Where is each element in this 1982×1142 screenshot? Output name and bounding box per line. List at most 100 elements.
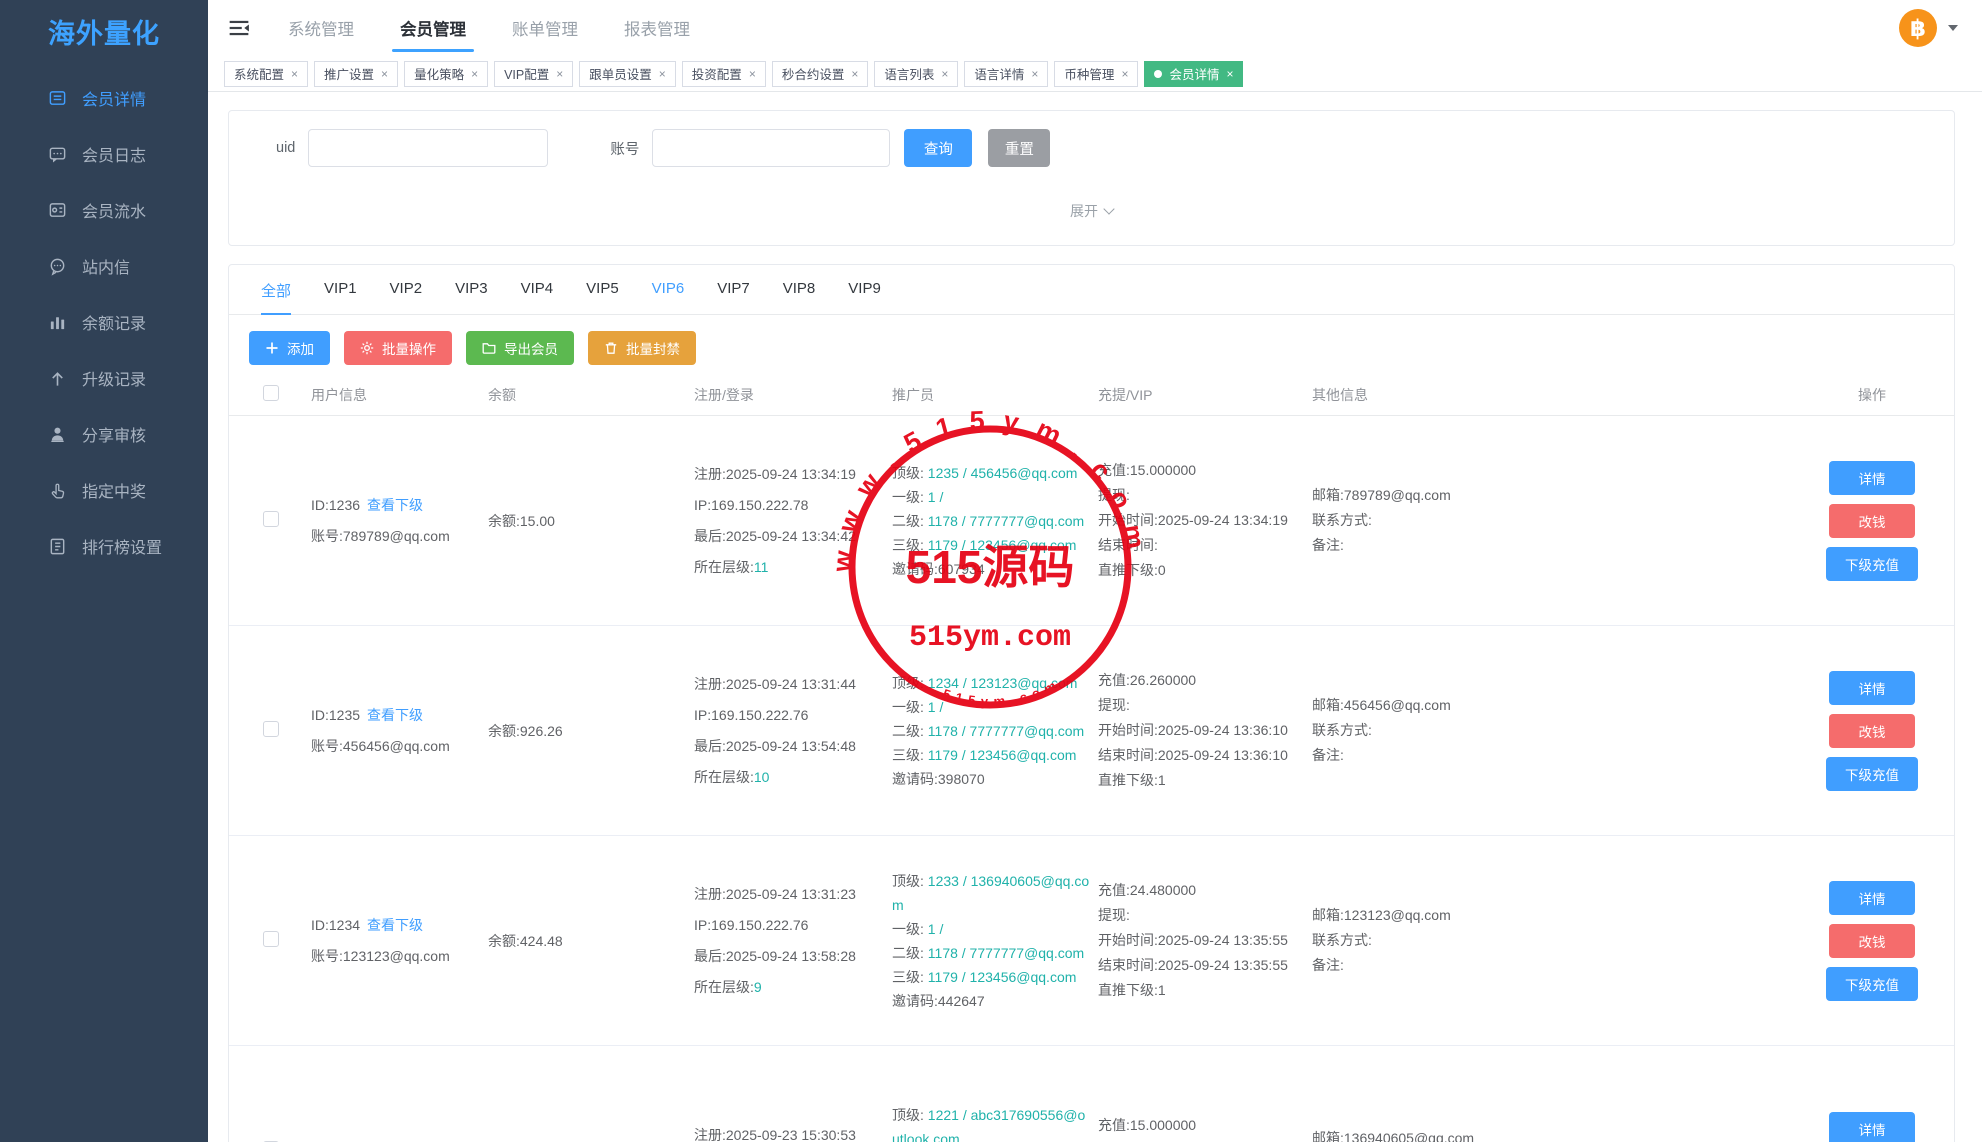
nav-item-member[interactable]: 会员管理: [400, 0, 466, 56]
tag-second-contract[interactable]: 秒合约设置×: [772, 61, 869, 87]
detail-button[interactable]: 详情: [1829, 881, 1915, 915]
assigned-win-icon: [48, 481, 67, 500]
vip-tab-2[interactable]: VIP2: [390, 280, 423, 314]
add-button[interactable]: 添加: [249, 331, 330, 365]
vip-tab-all[interactable]: 全部: [261, 280, 291, 314]
register-cell: 注册:2025-09-24 13:31:23 IP:169.150.222.76…: [694, 879, 892, 1003]
select-all-checkbox[interactable]: [263, 385, 279, 401]
tag-invest-config[interactable]: 投资配置×: [682, 61, 766, 87]
row-checkbox[interactable]: [263, 721, 279, 737]
uid-input[interactable]: [308, 129, 548, 167]
tag-close-icon[interactable]: ×: [291, 67, 298, 81]
user-id: ID:1236: [311, 497, 360, 513]
sidebar-item-assigned-win[interactable]: 指定中奖: [0, 462, 208, 518]
tag-language-list[interactable]: 语言列表×: [874, 61, 958, 87]
promoter-link[interactable]: 1178 / 7777777@qq.com: [928, 513, 1084, 529]
header-action: 操作: [1790, 385, 1954, 405]
vip-tab-1[interactable]: VIP1: [324, 280, 357, 314]
tag-close-icon[interactable]: ×: [749, 67, 756, 81]
view-subordinates-link[interactable]: 查看下级: [367, 497, 423, 513]
vip-tab-4[interactable]: VIP4: [521, 280, 554, 314]
sidebar-item-member-detail[interactable]: 会员详情: [0, 70, 208, 126]
change-money-button[interactable]: 改钱: [1829, 924, 1915, 958]
vip-tab-6[interactable]: VIP6: [652, 280, 685, 314]
tag-close-icon[interactable]: ×: [1121, 67, 1128, 81]
sidebar-item-member-flow[interactable]: 会员流水: [0, 182, 208, 238]
promoter-link[interactable]: 1 /: [928, 921, 944, 937]
promoter-link[interactable]: 1235 / 456456@qq.com: [928, 465, 1078, 481]
tag-close-icon[interactable]: ×: [471, 67, 478, 81]
view-subordinates-link[interactable]: 查看下级: [367, 917, 423, 933]
batch-operation-button[interactable]: 批量操作: [344, 331, 452, 365]
navbar-right: ฿: [1899, 9, 1958, 47]
sidebar-item-balance-record[interactable]: 余额记录: [0, 294, 208, 350]
tag-close-icon[interactable]: ×: [556, 67, 563, 81]
header-charge: 充提/VIP: [1098, 385, 1312, 405]
tag-follow-settings[interactable]: 跟单员设置×: [579, 61, 676, 87]
level-value: 10: [754, 769, 770, 785]
header-user: 用户信息: [311, 385, 488, 405]
action-cell: 详情 改钱 下级充值: [1790, 881, 1954, 1001]
promoter-link[interactable]: 1 /: [928, 489, 944, 505]
reset-button[interactable]: 重置: [988, 129, 1050, 167]
view-subordinates-link[interactable]: 查看下级: [367, 707, 423, 723]
upgrade-record-icon: [48, 369, 67, 388]
sidebar-item-ranking-settings[interactable]: 排行榜设置: [0, 518, 208, 574]
promoter-link[interactable]: 1179 / 123456@qq.com: [928, 537, 1077, 553]
user-menu-caret-icon[interactable]: [1948, 25, 1958, 31]
site-message-icon: [48, 257, 67, 276]
tag-language-detail[interactable]: 语言详情×: [964, 61, 1048, 87]
promoter-link[interactable]: 1178 / 7777777@qq.com: [928, 945, 1084, 961]
tag-close-icon[interactable]: ×: [1226, 67, 1233, 81]
row-checkbox[interactable]: [263, 511, 279, 527]
vip-tab-9[interactable]: VIP9: [848, 280, 881, 314]
sidebar-item-site-message[interactable]: 站内信: [0, 238, 208, 294]
sidebar-item-upgrade-record[interactable]: 升级记录: [0, 350, 208, 406]
tag-close-icon[interactable]: ×: [1031, 67, 1038, 81]
tag-promo-settings[interactable]: 推广设置×: [314, 61, 398, 87]
tag-close-icon[interactable]: ×: [659, 67, 666, 81]
expand-toggle[interactable]: 展开: [229, 201, 1954, 221]
sidebar-item-share-audit[interactable]: 分享审核: [0, 406, 208, 462]
tag-close-icon[interactable]: ×: [851, 67, 858, 81]
sidebar-item-label: 余额记录: [82, 310, 146, 334]
vip-tab-8[interactable]: VIP8: [783, 280, 816, 314]
promoter-link[interactable]: 1179 / 123456@qq.com: [928, 969, 1077, 985]
charge-cell: 充值:26.260000 提现: 开始时间:2025-09-24 13:36:1…: [1098, 668, 1312, 793]
query-button[interactable]: 查询: [904, 129, 972, 167]
promoter-link[interactable]: 1234 / 123123@qq.com: [928, 675, 1078, 691]
sub-recharge-button[interactable]: 下级充值: [1826, 757, 1918, 791]
sidebar-collapse-icon[interactable]: [228, 17, 250, 39]
account-input[interactable]: [652, 129, 890, 167]
tag-close-icon[interactable]: ×: [381, 67, 388, 81]
sidebar-item-label: 会员详情: [82, 86, 146, 110]
row-checkbox[interactable]: [263, 931, 279, 947]
export-members-button[interactable]: 导出会员: [466, 331, 574, 365]
sub-recharge-button[interactable]: 下级充值: [1826, 967, 1918, 1001]
tag-close-icon[interactable]: ×: [941, 67, 948, 81]
change-money-button[interactable]: 改钱: [1829, 714, 1915, 748]
tag-member-detail-active[interactable]: 会员详情×: [1144, 61, 1243, 87]
change-money-button[interactable]: 改钱: [1829, 504, 1915, 538]
promoter-link[interactable]: 1179 / 123456@qq.com: [928, 747, 1077, 763]
batch-ban-button[interactable]: 批量封禁: [588, 331, 696, 365]
nav-item-billing[interactable]: 账单管理: [512, 0, 578, 56]
sidebar-item-member-log[interactable]: 会员日志: [0, 126, 208, 182]
tag-quant-strategy[interactable]: 量化策略×: [404, 61, 488, 87]
detail-button[interactable]: 详情: [1829, 1112, 1915, 1142]
nav-item-report[interactable]: 报表管理: [624, 0, 690, 56]
balance-cell: 余额:15.00: [488, 511, 694, 531]
promoter-link[interactable]: 1178 / 7777777@qq.com: [928, 723, 1084, 739]
detail-button[interactable]: 详情: [1829, 671, 1915, 705]
vip-tab-5[interactable]: VIP5: [586, 280, 619, 314]
detail-button[interactable]: 详情: [1829, 461, 1915, 495]
tag-vip-config[interactable]: VIP配置×: [494, 61, 573, 87]
promoter-link[interactable]: 1 /: [928, 699, 944, 715]
vip-tab-3[interactable]: VIP3: [455, 280, 488, 314]
nav-item-system[interactable]: 系统管理: [288, 0, 354, 56]
tag-currency-manage[interactable]: 币种管理×: [1054, 61, 1138, 87]
tag-system-config[interactable]: 系统配置×: [224, 61, 308, 87]
sub-recharge-button[interactable]: 下级充值: [1826, 547, 1918, 581]
user-avatar-bitcoin[interactable]: ฿: [1899, 9, 1937, 47]
vip-tab-7[interactable]: VIP7: [717, 280, 750, 314]
